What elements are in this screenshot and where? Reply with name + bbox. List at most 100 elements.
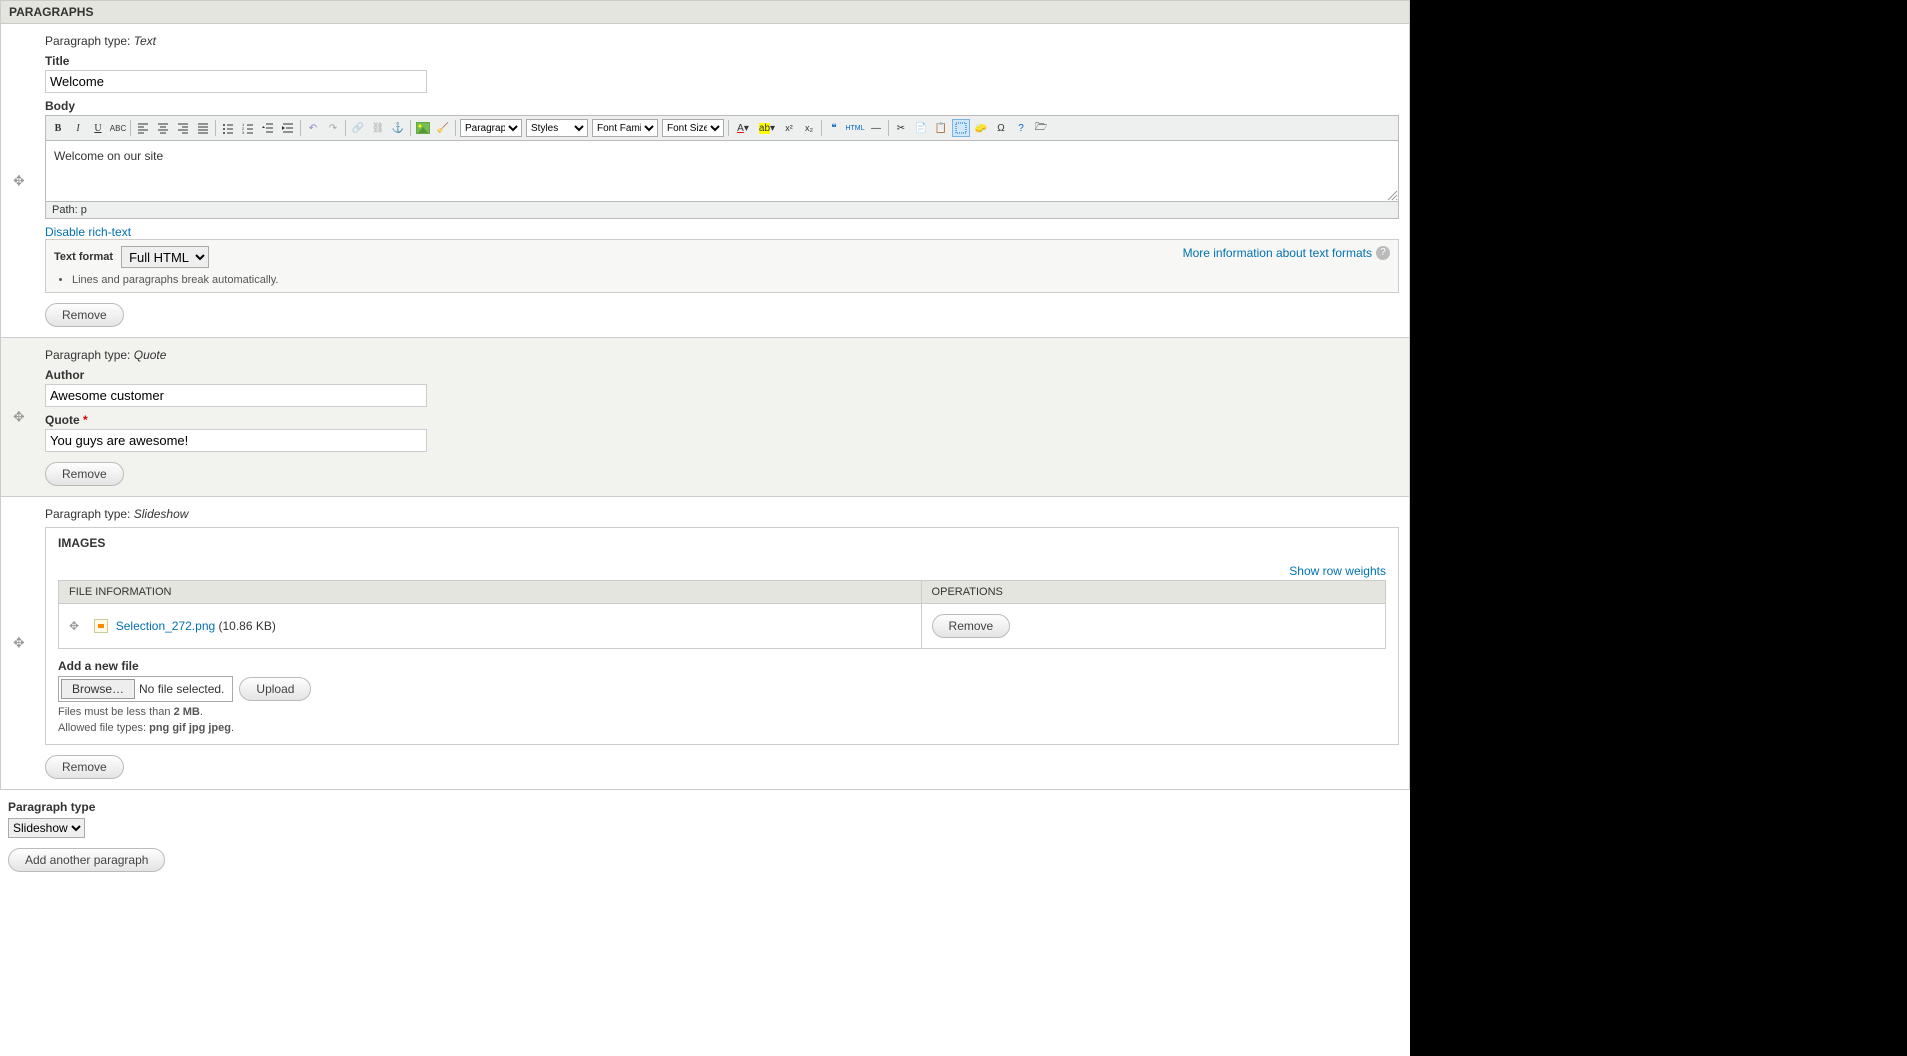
superscript-icon[interactable]: x²	[780, 119, 798, 137]
add-paragraph-section: Paragraph type Slideshow Add another par…	[0, 790, 1410, 882]
toolbar-separator	[821, 120, 822, 136]
link-icon[interactable]: 🔗	[349, 119, 367, 137]
remove-paragraph-button[interactable]: Remove	[45, 755, 124, 779]
toolbar-separator	[130, 120, 131, 136]
col-operations: OPERATIONS	[921, 581, 1385, 604]
upload-button[interactable]: Upload	[239, 677, 311, 701]
unlink-icon[interactable]: ⛓	[369, 119, 387, 137]
paste-icon[interactable]: 📋	[932, 119, 950, 137]
bullet-list-icon[interactable]	[219, 119, 237, 137]
align-right-icon[interactable]	[174, 119, 192, 137]
browse-button[interactable]: Browse…	[61, 679, 135, 699]
paragraph-item-quote: ✥ Paragraph type: Quote Author Quote * R…	[0, 338, 1410, 497]
remove-paragraph-button[interactable]: Remove	[45, 462, 124, 486]
hr-icon[interactable]: —	[867, 119, 885, 137]
paragraph-type-label: Paragraph type:	[45, 348, 134, 362]
guidelines-icon[interactable]	[952, 119, 970, 137]
bg-color-icon[interactable]: ab▾	[756, 119, 778, 137]
toolbar-separator	[455, 120, 456, 136]
paragraph-type-label: Paragraph type:	[45, 34, 134, 48]
underline-icon[interactable]: U	[89, 119, 107, 137]
align-justify-icon[interactable]	[194, 119, 212, 137]
copy-icon[interactable]: 📄	[912, 119, 930, 137]
author-input[interactable]	[45, 384, 427, 407]
toolbar-separator	[888, 120, 889, 136]
table-row: ✥ Selection_272.png (10.86 KB) Remove	[59, 604, 1386, 649]
editor-text: Welcome on our site	[54, 149, 163, 163]
drag-handle-icon[interactable]: ✥	[13, 635, 25, 652]
col-file-info: FILE INFORMATION	[59, 581, 922, 604]
styles-select[interactable]: Styles	[526, 119, 588, 137]
format-select[interactable]: Paragraph	[460, 119, 522, 137]
align-left-icon[interactable]	[134, 119, 152, 137]
title-input[interactable]	[45, 70, 427, 93]
drag-handle-icon[interactable]: ✥	[69, 619, 91, 633]
image-icon[interactable]	[414, 119, 432, 137]
indent-icon[interactable]	[279, 119, 297, 137]
add-paragraph-button[interactable]: Add another paragraph	[8, 848, 165, 872]
strikethrough-icon[interactable]: ABC	[109, 119, 127, 137]
undo-icon[interactable]: ↶	[304, 119, 322, 137]
text-format-row: Text format Full HTML Lines and paragrap…	[45, 239, 1399, 293]
paragraph-type-line: Paragraph type: Slideshow	[45, 507, 1399, 521]
black-margin	[1410, 0, 1907, 1056]
toolbar-separator	[215, 120, 216, 136]
show-row-weights-link[interactable]: Show row weights	[1289, 564, 1386, 578]
anchor-icon[interactable]: ⚓	[389, 119, 407, 137]
text-format-select[interactable]: Full HTML	[121, 246, 209, 268]
svg-text:3: 3	[242, 130, 245, 134]
remove-paragraph-button[interactable]: Remove	[45, 303, 124, 327]
drag-handle-icon[interactable]: ✥	[13, 409, 25, 426]
editor-toolbar: B I U ABC 123 ↶ ↷ 🔗 ⛓ ⚓	[46, 116, 1398, 141]
help-icon[interactable]: ?	[1012, 119, 1030, 137]
align-center-icon[interactable]	[154, 119, 172, 137]
bold-icon[interactable]: B	[49, 119, 67, 137]
file-input[interactable]: Browse… No file selected.	[58, 676, 233, 702]
cleanup-icon[interactable]: 🧹	[434, 119, 452, 137]
special-char-icon[interactable]: Ω	[992, 119, 1010, 137]
paragraph-type-select[interactable]: Slideshow	[8, 818, 85, 838]
paragraph-type-value: Quote	[134, 348, 167, 362]
editor-path[interactable]: Path: p	[46, 201, 1398, 218]
images-table: FILE INFORMATION OPERATIONS ✥ Selection_…	[58, 580, 1386, 649]
help-tip-icon[interactable]: ?	[1376, 246, 1390, 260]
quote-label: Quote *	[45, 413, 1399, 427]
no-file-text: No file selected.	[139, 682, 230, 696]
image-file-icon	[94, 619, 108, 633]
images-heading: IMAGES	[46, 528, 1398, 558]
paragraph-item-slideshow: ✥ Paragraph type: Slideshow IMAGES Show …	[0, 497, 1410, 790]
html-source-icon[interactable]: HTML	[845, 119, 865, 137]
file-link[interactable]: Selection_272.png	[116, 619, 215, 633]
blockquote-icon[interactable]: ❝	[825, 119, 843, 137]
text-format-label: Text format	[54, 251, 113, 263]
quote-input[interactable]	[45, 429, 427, 452]
file-types-help: Allowed file types: png gif jpg jpeg.	[58, 722, 1386, 734]
toolbar-separator	[728, 120, 729, 136]
media-icon[interactable]: 🗁	[1032, 119, 1050, 137]
font-family-select[interactable]: Font Family	[592, 119, 658, 137]
paragraph-item-text: ✥ Paragraph type: Text Title Body B I U …	[0, 24, 1410, 338]
paragraph-type-line: Paragraph type: Text	[45, 34, 1399, 48]
subscript-icon[interactable]: x₂	[800, 119, 818, 137]
cut-icon[interactable]: ✂	[892, 119, 910, 137]
drag-handle-icon[interactable]: ✥	[13, 172, 25, 189]
redo-icon[interactable]: ↷	[324, 119, 342, 137]
text-color-icon[interactable]: A▾	[732, 119, 754, 137]
font-size-select[interactable]: Font Size	[662, 119, 724, 137]
body-label: Body	[45, 99, 1399, 113]
remove-file-button[interactable]: Remove	[932, 614, 1011, 638]
numbered-list-icon[interactable]: 123	[239, 119, 257, 137]
file-size-help: Files must be less than 2 MB.	[58, 706, 1386, 718]
italic-icon[interactable]: I	[69, 119, 87, 137]
format-help-item: Lines and paragraphs break automatically…	[72, 274, 278, 286]
more-info-link[interactable]: More information about text formats	[1183, 246, 1372, 260]
paragraphs-heading: PARAGRAPHS	[0, 0, 1410, 24]
disable-richtext-link[interactable]: Disable rich-text	[45, 225, 131, 239]
paragraph-type-label: Paragraph type:	[45, 507, 134, 521]
file-size: (10.86 KB)	[215, 619, 276, 633]
remove-format-icon[interactable]: 🧽	[972, 119, 990, 137]
resize-handle-icon[interactable]	[1386, 189, 1398, 201]
paragraphs-editor-region: PARAGRAPHS ✥ Paragraph type: Text Title …	[0, 0, 1410, 882]
outdent-icon[interactable]	[259, 119, 277, 137]
editor-content[interactable]: Welcome on our site	[46, 141, 1398, 201]
